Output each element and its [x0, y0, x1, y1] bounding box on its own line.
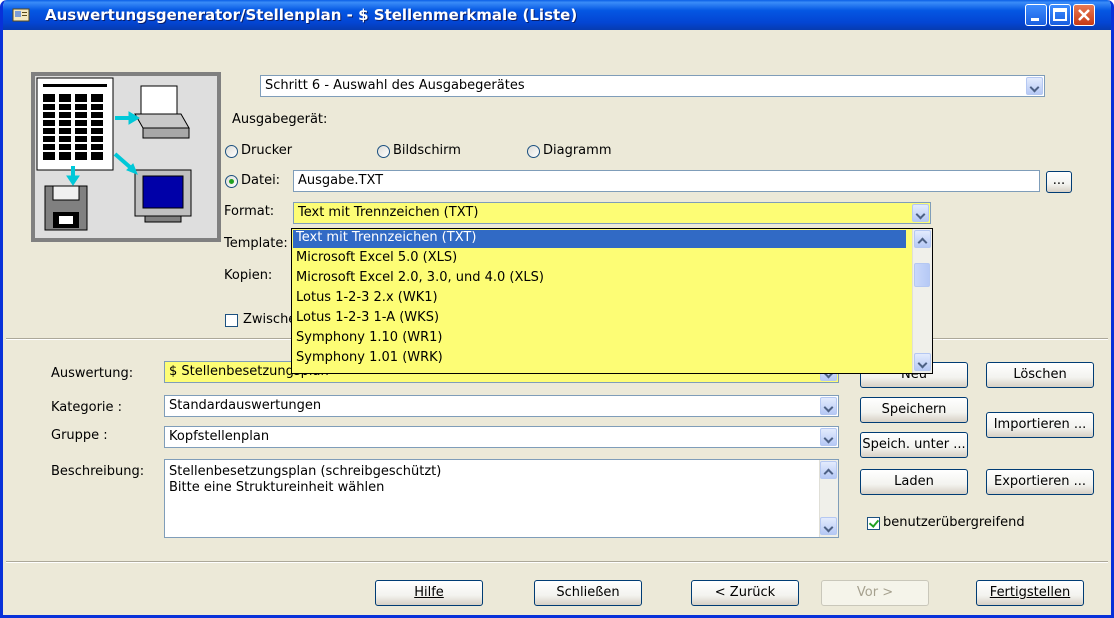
copies-label: Kopien:: [224, 268, 273, 283]
window-title: Auswertungsgenerator/Stellenplan - $ Ste…: [45, 6, 578, 24]
radio-diagramm[interactable]: [527, 145, 540, 158]
radio-datei[interactable]: [225, 175, 238, 188]
dialog-window: Auswertungsgenerator/Stellenplan - $ Ste…: [0, 0, 1114, 618]
scroll-up-icon[interactable]: [820, 461, 837, 479]
load-button[interactable]: Laden: [860, 469, 968, 495]
gruppe-label: Gruppe :: [51, 428, 108, 443]
browse-button[interactable]: ...: [1046, 171, 1072, 193]
maximize-icon: [1053, 8, 1067, 21]
save-button[interactable]: Speichern: [860, 397, 968, 423]
output-devices-illustration: [31, 72, 221, 242]
format-label: Format:: [224, 204, 275, 219]
chevron-down-icon[interactable]: [820, 397, 837, 415]
format-option[interactable]: Symphony 1.10 (WR1): [296, 330, 443, 345]
scroll-down-icon[interactable]: [820, 517, 837, 535]
kategorie-label: Kategorie :: [51, 400, 123, 415]
intermediate-label[interactable]: Zwische: [243, 312, 296, 327]
format-select-value: Text mit Trennzeichen (TXT): [298, 205, 479, 220]
format-option[interactable]: Lotus 1-2-3 2.x (WK1): [296, 290, 438, 305]
radio-drucker-label[interactable]: Drucker: [241, 143, 292, 158]
import-button[interactable]: Importieren ...: [986, 412, 1094, 438]
radio-datei-label[interactable]: Datei:: [241, 173, 280, 188]
radio-diagramm-label[interactable]: Diagramm: [543, 143, 611, 158]
format-select[interactable]: Text mit Trennzeichen (TXT): [293, 202, 931, 224]
separator-bottom: [6, 561, 1108, 563]
radio-bildschirm-label[interactable]: Bildschirm: [393, 143, 461, 158]
format-option[interactable]: Microsoft Excel 5.0 (XLS): [296, 250, 457, 265]
intermediate-checkbox[interactable]: [225, 314, 238, 327]
chevron-down-icon[interactable]: [1026, 77, 1043, 95]
beschreibung-label: Beschreibung:: [51, 464, 145, 479]
export-button[interactable]: Exportieren ...: [986, 469, 1094, 495]
back-button[interactable]: < Zurück: [691, 580, 799, 606]
format-option[interactable]: Text mit Trennzeichen (TXT): [296, 230, 476, 245]
scroll-down-icon[interactable]: [914, 353, 931, 371]
close-button[interactable]: [1073, 4, 1095, 26]
format-option[interactable]: Symphony 1.01 (WRK): [296, 350, 443, 365]
template-label: Template:: [224, 236, 288, 251]
maximize-button[interactable]: [1049, 4, 1071, 26]
step-select[interactable]: Schritt 6 - Auswahl des Ausgabegerätes: [260, 75, 1045, 97]
beschreibung-textarea[interactable]: Stellenbesetzungsplan (schreibgeschützt)…: [164, 459, 839, 538]
format-option[interactable]: Microsoft Excel 2.0, 3.0, und 4.0 (XLS): [296, 270, 544, 285]
output-device-heading: Ausgabegerät:: [232, 112, 328, 127]
minimize-icon: [1031, 18, 1039, 21]
save-as-button[interactable]: Speich. unter ...: [860, 432, 968, 458]
finish-button-label: Fertigstellen: [989, 585, 1071, 600]
auswertung-label: Auswertung:: [51, 366, 134, 381]
chevron-down-icon[interactable]: [912, 204, 929, 222]
beschreibung-line-2: Bitte eine Struktureinheit wählen: [169, 480, 385, 495]
gruppe-select[interactable]: Kopfstellenplan: [164, 426, 839, 448]
help-button[interactable]: Hilfe: [375, 580, 483, 606]
cross-user-label[interactable]: benutzerübergreifend: [883, 515, 1025, 530]
scroll-thumb[interactable]: [914, 263, 930, 287]
app-icon: [12, 8, 30, 22]
close-icon: [1078, 9, 1090, 21]
help-button-label: Hilfe: [414, 585, 444, 600]
chevron-down-icon[interactable]: [820, 428, 837, 446]
step-select-value: Schritt 6 - Auswahl des Ausgabegerätes: [265, 78, 525, 93]
minimize-button[interactable]: [1025, 4, 1047, 26]
cross-user-checkbox[interactable]: [867, 517, 880, 530]
beschreibung-scrollbar[interactable]: [819, 460, 838, 537]
gruppe-value: Kopfstellenplan: [169, 429, 270, 444]
radio-bildschirm[interactable]: [377, 145, 390, 158]
title-bar[interactable]: Auswertungsgenerator/Stellenplan - $ Ste…: [3, 0, 1111, 30]
file-path-value: Ausgabe.TXT: [298, 173, 384, 188]
close-dialog-button[interactable]: Schließen: [534, 580, 642, 606]
dropdown-scrollbar[interactable]: [912, 229, 932, 373]
kategorie-value: Standardauswertungen: [169, 398, 322, 413]
file-path-input[interactable]: Ausgabe.TXT: [293, 170, 1040, 192]
finish-button[interactable]: Fertigstellen: [976, 580, 1084, 606]
kategorie-select[interactable]: Standardauswertungen: [164, 395, 839, 417]
format-dropdown-list[interactable]: Text mit Trennzeichen (TXT) Microsoft Ex…: [291, 228, 933, 374]
scroll-up-icon[interactable]: [914, 230, 931, 248]
delete-button[interactable]: Löschen: [986, 362, 1094, 388]
beschreibung-line-1: Stellenbesetzungsplan (schreibgeschützt): [169, 464, 442, 479]
radio-drucker[interactable]: [225, 145, 238, 158]
next-button[interactable]: Vor >: [821, 580, 929, 606]
format-option[interactable]: Lotus 1-2-3 1-A (WKS): [296, 310, 439, 325]
